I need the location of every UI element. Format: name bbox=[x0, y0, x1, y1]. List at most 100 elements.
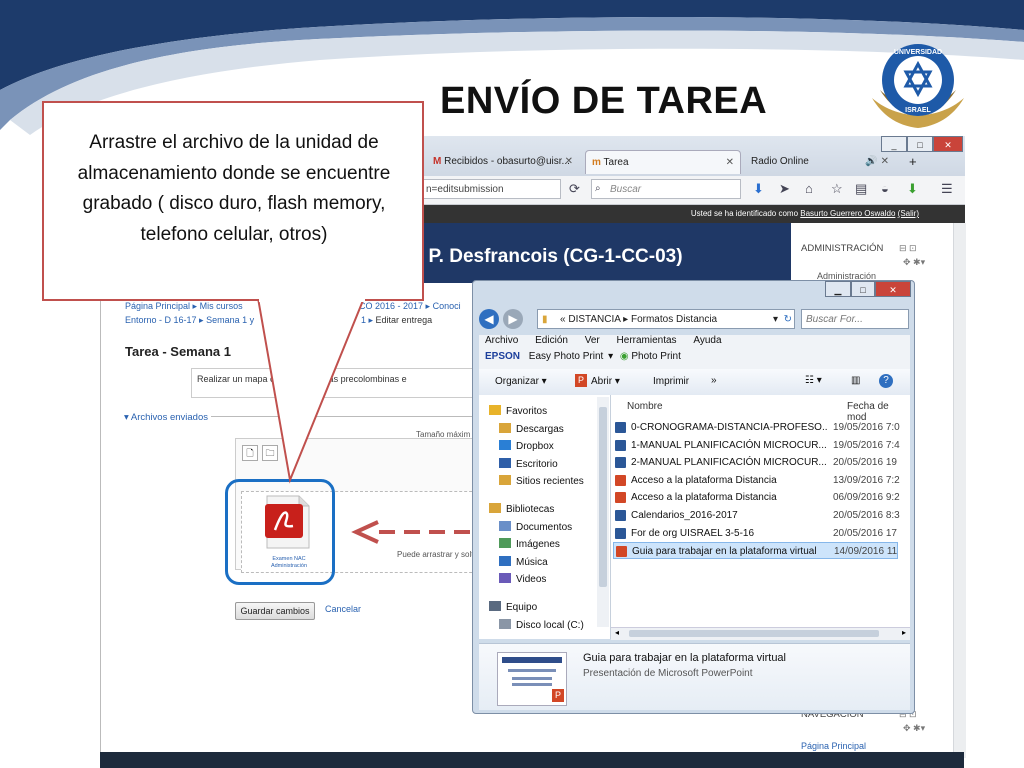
file-date: 13/09/2016 7:2 bbox=[833, 474, 900, 486]
star-icon bbox=[489, 405, 501, 415]
view-options-icon[interactable]: ☷ ▾ bbox=[805, 375, 822, 386]
menu-archivo[interactable]: Archivo bbox=[485, 335, 518, 346]
file-row[interactable]: Acceso a la plataforma Distancia 06/09/20… bbox=[613, 489, 900, 506]
disk-icon bbox=[499, 618, 511, 629]
nav-item-documentos[interactable]: Documentos bbox=[499, 520, 572, 533]
word-file-icon bbox=[615, 457, 626, 469]
desktop-icon bbox=[499, 457, 511, 468]
easy-photo-print-button[interactable]: Easy Photo Print bbox=[529, 351, 603, 362]
powerpoint-file-icon bbox=[615, 492, 626, 504]
organize-button[interactable]: Organizar ▾ bbox=[495, 376, 547, 387]
menu-herramientas[interactable]: Herramientas bbox=[617, 335, 677, 346]
menu-ver[interactable]: Ver bbox=[585, 335, 600, 346]
powerpoint-icon: P bbox=[575, 374, 587, 387]
chevron-down-icon[interactable]: ▾ bbox=[773, 310, 778, 330]
videos-icon bbox=[499, 573, 511, 584]
folder-icon: ▮ bbox=[542, 314, 548, 325]
file-list-hscrollbar[interactable]: ◂ ▸ bbox=[611, 627, 910, 640]
explorer-search-input[interactable]: Buscar For... bbox=[801, 309, 909, 329]
file-thumbnail: P bbox=[497, 652, 567, 706]
file-row[interactable]: 1-MANUAL PLANIFICACIÓN MICROCUR... 19/05/… bbox=[613, 437, 900, 454]
explorer-maximize-button[interactable]: □ bbox=[851, 281, 875, 297]
details-pane: P Guia para trabajar en la plataforma vi… bbox=[479, 643, 910, 710]
column-header: Nombre Fecha de mod bbox=[619, 401, 909, 423]
callout-pointer-join bbox=[259, 296, 365, 302]
refresh-icon[interactable]: ↻ bbox=[784, 310, 792, 330]
nav-item-videos[interactable]: Videos bbox=[499, 573, 546, 585]
file-name: For de org UISRAEL 3-5-16 bbox=[631, 527, 755, 539]
menu-ayuda[interactable]: Ayuda bbox=[693, 335, 721, 346]
nav-item-bibliotecas[interactable]: Bibliotecas bbox=[489, 503, 554, 515]
nav-item-disco-local-c-[interactable]: Disco local (C:) bbox=[499, 618, 584, 631]
explorer-address-bar[interactable]: « DISTANCIA ▸ Formatos Distancia ▮ ▾ ↻ bbox=[537, 309, 795, 329]
explorer-close-button[interactable]: ✕ bbox=[875, 281, 911, 297]
preview-pane-icon[interactable]: ▥ bbox=[851, 375, 860, 386]
file-date: 20/05/2016 17 bbox=[833, 527, 897, 539]
nav-item-música[interactable]: Música bbox=[499, 555, 548, 568]
file-date: 20/05/2016 19 bbox=[833, 457, 897, 469]
menu-edicion[interactable]: Edición bbox=[535, 335, 568, 346]
dropbox-icon bbox=[499, 440, 511, 451]
file-row[interactable]: Calendarios_2016-2017 20/05/2016 8:3 bbox=[613, 507, 900, 524]
file-row[interactable]: Acceso a la plataforma Distancia 13/09/20… bbox=[613, 472, 900, 489]
file-date: 19/05/2016 7:0 bbox=[833, 422, 900, 433]
file-date: 14/09/2016 11 bbox=[834, 546, 898, 558]
forward-button[interactable]: ▶ bbox=[503, 309, 523, 329]
nav-item-label: Disco local (C:) bbox=[516, 619, 584, 631]
file-row[interactable]: 0-CRONOGRAMA-DISTANCIA-PROFESO... 19/05/2… bbox=[613, 419, 900, 436]
file-name: 0-CRONOGRAMA-DISTANCIA-PROFESO... bbox=[631, 422, 827, 433]
word-file-icon bbox=[615, 422, 626, 433]
nav-item-imágenes[interactable]: Imágenes bbox=[499, 538, 560, 550]
library-icon bbox=[489, 503, 501, 513]
open-button[interactable]: Abrir ▾ bbox=[591, 376, 620, 387]
file-name: 2-MANUAL PLANIFICACIÓN MICROCUR... bbox=[631, 457, 827, 469]
documents-icon bbox=[499, 520, 511, 531]
navigation-pane: Favoritos Descargas Dropbox Escritorio Sitio… bbox=[479, 395, 611, 639]
powerpoint-icon: P bbox=[552, 689, 564, 702]
address-segment[interactable]: Formatos Distancia bbox=[631, 314, 717, 325]
print-button[interactable]: Imprimir bbox=[653, 376, 689, 387]
scroll-right-icon[interactable]: ▸ bbox=[902, 628, 906, 637]
nav-item-descargas[interactable]: Descargas bbox=[499, 422, 564, 435]
callout-pointer bbox=[256, 297, 366, 484]
more-button[interactable]: » bbox=[711, 375, 717, 386]
file-list: Nombre Fecha de mod 0-CRONOGRAMA-DISTANC… bbox=[611, 395, 910, 635]
nav-item-label: Descargas bbox=[516, 423, 564, 435]
explorer-minimize-button[interactable]: ▁ bbox=[825, 281, 851, 297]
powerpoint-file-icon bbox=[616, 546, 627, 558]
file-date: 06/09/2016 9:2 bbox=[833, 492, 900, 504]
scroll-left-icon[interactable]: ◂ bbox=[615, 628, 619, 637]
nav-item-escritorio[interactable]: Escritorio bbox=[499, 457, 558, 470]
nav-item-equipo[interactable]: Equipo bbox=[489, 601, 537, 613]
file-row[interactable]: Guia para trabajar en la plataforma virt… bbox=[613, 542, 898, 560]
details-file-type: Presentación de Microsoft PowerPoint bbox=[583, 668, 753, 679]
chevron-down-icon[interactable]: ▾ bbox=[608, 351, 613, 362]
organize-label: Organizar bbox=[495, 376, 539, 387]
nav-item-label: Sitios recientes bbox=[516, 476, 584, 488]
address-segment[interactable]: DISTANCIA bbox=[568, 314, 620, 325]
file-row[interactable]: 2-MANUAL PLANIFICACIÓN MICROCUR... 20/05/… bbox=[613, 454, 898, 471]
word-file-icon bbox=[615, 527, 626, 539]
address-overflow[interactable]: « bbox=[560, 314, 566, 325]
file-date: 20/05/2016 8:3 bbox=[833, 510, 900, 521]
epson-brand: EPSON bbox=[485, 351, 521, 362]
powerpoint-file-icon bbox=[615, 474, 626, 486]
file-row[interactable]: For de org UISRAEL 3-5-16 20/05/2016 17 bbox=[613, 525, 898, 542]
nav-item-dropbox[interactable]: Dropbox bbox=[499, 440, 554, 452]
scroll-thumb[interactable] bbox=[629, 630, 879, 637]
nav-item-favoritos[interactable]: Favoritos bbox=[489, 405, 547, 417]
download-folder-icon bbox=[499, 422, 511, 433]
nav-item-label: Música bbox=[516, 556, 548, 568]
recent-icon bbox=[499, 475, 511, 486]
explorer-command-bar: Organizar ▾ P Abrir ▾ Imprimir » ☷ ▾ ▥ ? bbox=[479, 369, 910, 396]
file-explorer-window: ▁ □ ✕ ◀ ▶ « DISTANCIA ▸ Formatos Distanc… bbox=[472, 280, 915, 714]
nav-scrollbar[interactable] bbox=[597, 397, 609, 627]
help-icon[interactable]: ? bbox=[879, 374, 893, 388]
computer-icon bbox=[489, 601, 501, 611]
back-button[interactable]: ◀ bbox=[479, 309, 499, 329]
file-name: Calendarios_2016-2017 bbox=[631, 510, 738, 521]
explorer-menu-bar: Archivo Edición Ver Herramientas Ayuda bbox=[479, 335, 910, 351]
photo-print-button[interactable]: Photo Print bbox=[631, 351, 680, 362]
nav-item-sitios-recientes[interactable]: Sitios recientes bbox=[499, 475, 584, 487]
column-name[interactable]: Nombre bbox=[627, 401, 663, 412]
